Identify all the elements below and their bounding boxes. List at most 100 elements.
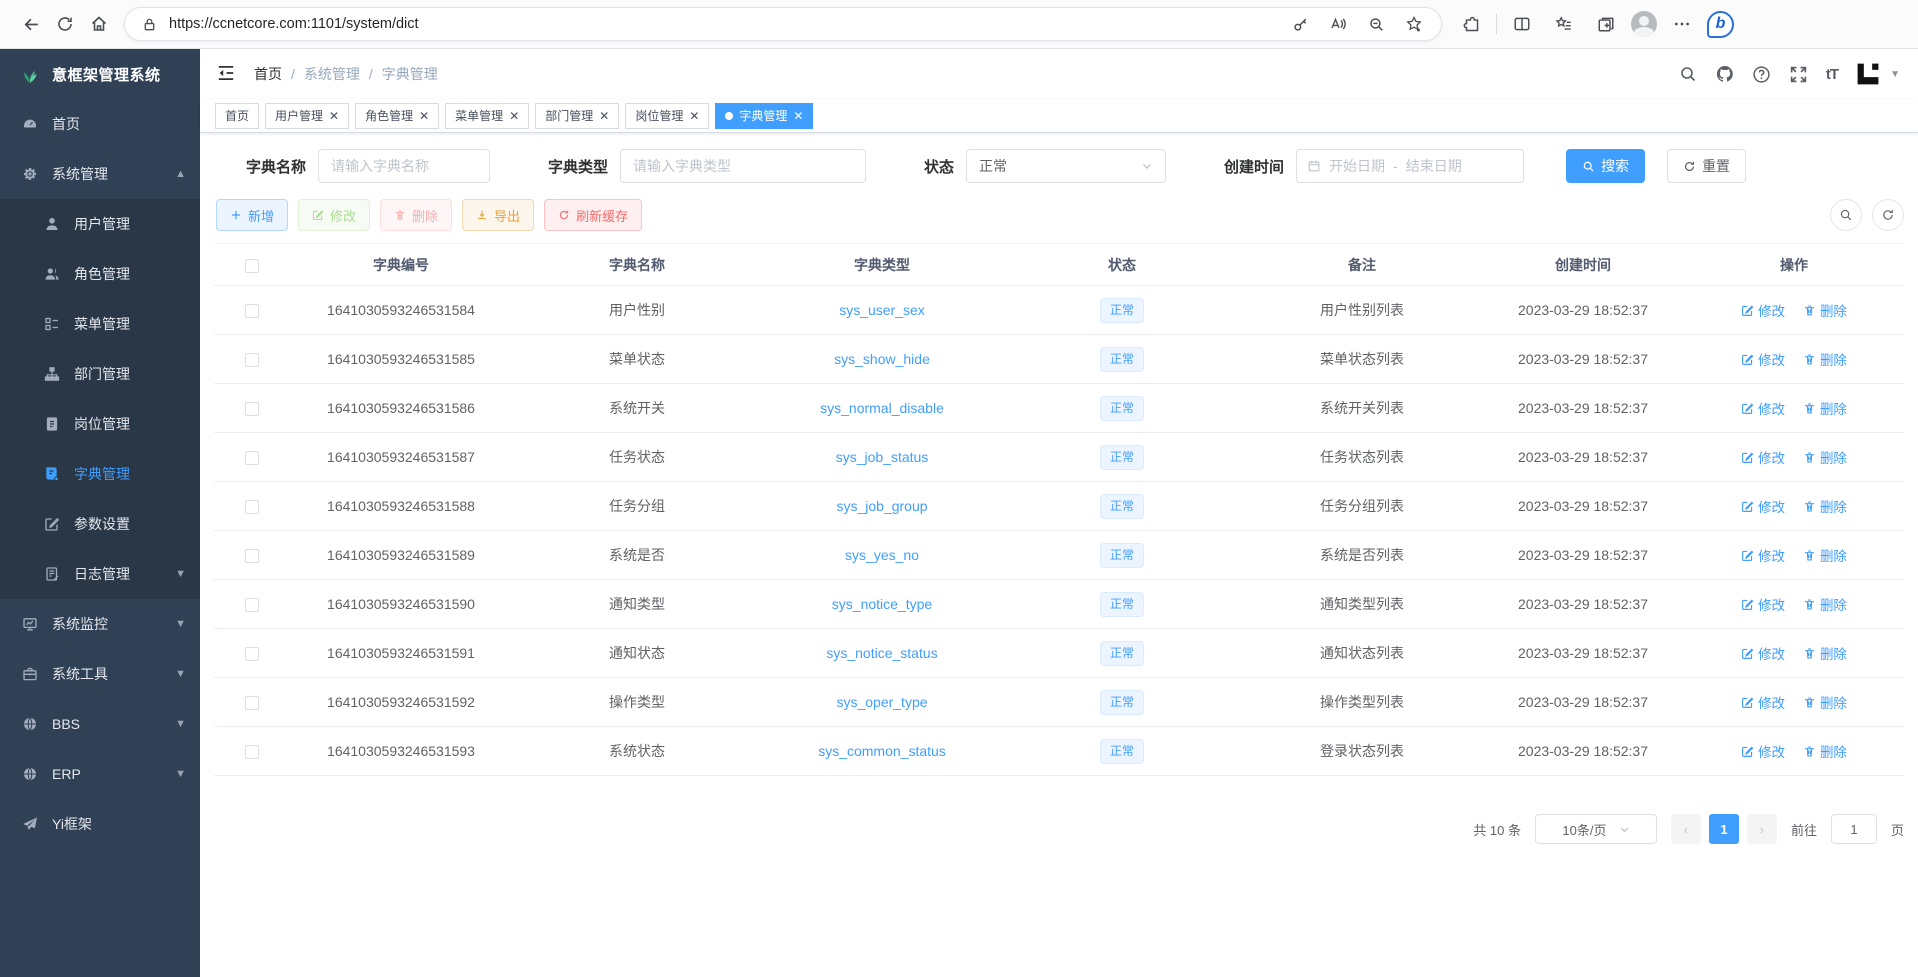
sidebar-item-dict-mgmt[interactable]: 字典管理 xyxy=(0,449,200,499)
yi-logo[interactable] xyxy=(1855,61,1881,87)
row-delete-link[interactable]: 删除 xyxy=(1803,594,1847,614)
close-icon[interactable]: ✕ xyxy=(599,110,609,122)
toggle-search-button[interactable] xyxy=(1830,199,1862,231)
row-edit-link[interactable]: 修改 xyxy=(1741,741,1785,761)
edit-button[interactable]: 修改 xyxy=(298,199,370,231)
row-delete-link[interactable]: 删除 xyxy=(1803,643,1847,663)
sidebar-item-param-settings[interactable]: 参数设置 xyxy=(0,499,200,549)
row-checkbox[interactable] xyxy=(245,402,259,416)
browser-refresh-icon[interactable] xyxy=(48,7,82,41)
tab[interactable]: 用户管理 ✕ xyxy=(265,103,349,129)
fullscreen-icon[interactable] xyxy=(1789,64,1809,84)
extensions-icon[interactable] xyxy=(1454,7,1488,41)
sidebar-item-bbs[interactable]: BBS ▼ xyxy=(0,699,200,749)
password-key-icon[interactable] xyxy=(1283,7,1317,41)
row-checkbox[interactable] xyxy=(245,304,259,318)
row-delete-link[interactable]: 删除 xyxy=(1803,300,1847,320)
row-edit-link[interactable]: 修改 xyxy=(1741,643,1785,663)
status-select[interactable]: 正常 xyxy=(966,149,1166,183)
tab[interactable]: 角色管理 ✕ xyxy=(355,103,439,129)
next-page-button[interactable]: › xyxy=(1747,814,1777,844)
row-edit-link[interactable]: 修改 xyxy=(1741,300,1785,320)
refresh-table-button[interactable] xyxy=(1872,199,1904,231)
tab[interactable]: 部门管理 ✕ xyxy=(535,103,619,129)
select-all-checkbox[interactable] xyxy=(245,259,259,273)
zoom-out-icon[interactable] xyxy=(1359,7,1393,41)
refresh-cache-button[interactable]: 刷新缓存 xyxy=(544,199,642,231)
reset-button[interactable]: 重置 xyxy=(1667,149,1746,183)
row-edit-link[interactable]: 修改 xyxy=(1741,496,1785,516)
sidebar-item-system-tools[interactable]: 系统工具 ▼ xyxy=(0,649,200,699)
dict-type-link[interactable]: sys_job_status xyxy=(836,449,929,465)
date-range-picker[interactable]: 开始日期 - 结束日期 xyxy=(1296,149,1524,183)
row-delete-link[interactable]: 删除 xyxy=(1803,545,1847,565)
favorites-bar-icon[interactable] xyxy=(1547,7,1581,41)
dict-type-link[interactable]: sys_notice_status xyxy=(826,645,937,661)
help-icon[interactable] xyxy=(1752,64,1772,84)
row-edit-link[interactable]: 修改 xyxy=(1741,594,1785,614)
row-edit-link[interactable]: 修改 xyxy=(1741,692,1785,712)
sidebar-item-post-mgmt[interactable]: 岗位管理 xyxy=(0,399,200,449)
row-delete-link[interactable]: 删除 xyxy=(1803,692,1847,712)
sidebar-item-erp[interactable]: ERP ▼ xyxy=(0,749,200,799)
close-icon[interactable]: ✕ xyxy=(329,110,339,122)
row-checkbox[interactable] xyxy=(245,500,259,514)
dict-type-link[interactable]: sys_common_status xyxy=(818,743,946,759)
dict-type-link[interactable]: sys_show_hide xyxy=(834,351,930,367)
row-delete-link[interactable]: 删除 xyxy=(1803,496,1847,516)
close-icon[interactable]: ✕ xyxy=(419,110,429,122)
row-checkbox[interactable] xyxy=(245,353,259,367)
browser-menu-icon[interactable] xyxy=(1665,7,1699,41)
goto-page-input[interactable] xyxy=(1831,814,1877,844)
sidebar-item-home[interactable]: 首页 xyxy=(0,99,200,149)
close-icon[interactable]: ✕ xyxy=(793,110,803,122)
font-size-icon[interactable]: tT xyxy=(1826,66,1838,83)
dict-type-link[interactable]: sys_oper_type xyxy=(836,694,927,710)
tab[interactable]: 菜单管理 ✕ xyxy=(445,103,529,129)
dict-type-link[interactable]: sys_normal_disable xyxy=(820,400,944,416)
sidebar-item-user-mgmt[interactable]: 用户管理 xyxy=(0,199,200,249)
row-delete-link[interactable]: 删除 xyxy=(1803,398,1847,418)
dict-type-link[interactable]: sys_notice_type xyxy=(832,596,932,612)
row-edit-link[interactable]: 修改 xyxy=(1741,349,1785,369)
sidebar-item-log-mgmt[interactable]: 日志管理 ▼ xyxy=(0,549,200,599)
tab[interactable]: 岗位管理 ✕ xyxy=(625,103,709,129)
breadcrumb-home[interactable]: 首页 xyxy=(254,64,282,84)
row-edit-link[interactable]: 修改 xyxy=(1741,447,1785,467)
row-checkbox[interactable] xyxy=(245,598,259,612)
row-delete-link[interactable]: 删除 xyxy=(1803,741,1847,761)
read-aloud-icon[interactable] xyxy=(1321,7,1355,41)
sidebar-fold-icon[interactable] xyxy=(216,63,238,85)
row-checkbox[interactable] xyxy=(245,451,259,465)
profile-avatar[interactable] xyxy=(1631,11,1657,37)
header-search-icon[interactable] xyxy=(1678,64,1698,84)
chevron-down-icon[interactable]: ▼ xyxy=(1890,69,1900,80)
dict-type-link[interactable]: sys_job_group xyxy=(836,498,927,514)
tab[interactable]: 字典管理 ✕ xyxy=(715,103,813,129)
github-icon[interactable] xyxy=(1715,64,1735,84)
favorite-add-icon[interactable] xyxy=(1397,7,1431,41)
search-button[interactable]: 搜索 xyxy=(1566,149,1645,183)
sidebar-item-dept-mgmt[interactable]: 部门管理 xyxy=(0,349,200,399)
close-icon[interactable]: ✕ xyxy=(689,110,699,122)
dict-name-input[interactable]: 请输入字典名称 xyxy=(318,149,490,183)
dict-type-link[interactable]: sys_user_sex xyxy=(839,302,925,318)
tab[interactable]: 首页 xyxy=(215,103,259,129)
bing-chat-icon[interactable]: b xyxy=(1707,11,1734,38)
row-delete-link[interactable]: 删除 xyxy=(1803,349,1847,369)
sidebar-item-system-mgmt[interactable]: 系统管理 ▲ xyxy=(0,149,200,199)
sidebar-item-system-monitor[interactable]: 系统监控 ▼ xyxy=(0,599,200,649)
row-checkbox[interactable] xyxy=(245,549,259,563)
row-edit-link[interactable]: 修改 xyxy=(1741,398,1785,418)
export-button[interactable]: 导出 xyxy=(462,199,534,231)
dict-type-link[interactable]: sys_yes_no xyxy=(845,547,919,563)
add-button[interactable]: 新增 xyxy=(216,199,288,231)
collections-icon[interactable] xyxy=(1589,7,1623,41)
page-size-select[interactable]: 10条/页 xyxy=(1535,814,1657,844)
address-bar[interactable]: https://ccnetcore.com:1101/system/dict xyxy=(124,7,1442,41)
browser-back-icon[interactable] xyxy=(14,7,48,41)
current-page-button[interactable]: 1 xyxy=(1709,814,1739,844)
row-checkbox[interactable] xyxy=(245,647,259,661)
delete-button[interactable]: 删除 xyxy=(380,199,452,231)
row-checkbox[interactable] xyxy=(245,696,259,710)
